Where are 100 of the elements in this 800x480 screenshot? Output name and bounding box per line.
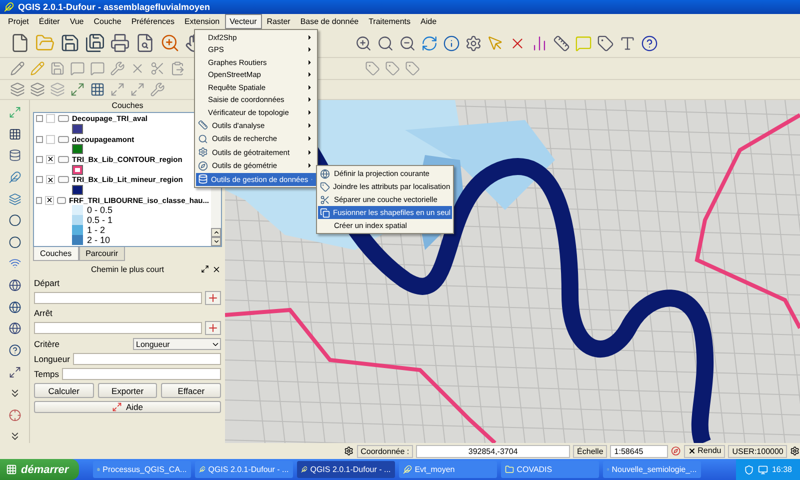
menu-item[interactable]: Couche (88, 14, 126, 29)
vector-layer-icon (56, 196, 66, 204)
network-icon[interactable] (758, 464, 768, 474)
vector-layer-icon (58, 115, 69, 122)
ruler-icon[interactable] (553, 34, 570, 52)
field-label: Temps (34, 369, 60, 379)
pencil-icon[interactable] (10, 61, 25, 76)
label-icon[interactable] (597, 34, 614, 52)
help-button[interactable]: Aide (34, 401, 221, 413)
taskbar-button[interactable]: QGIS 2.0.1-Dufour - ... (194, 461, 293, 478)
layer-checkbox[interactable] (46, 114, 55, 124)
layer-checkbox[interactable] (46, 175, 55, 184)
info-icon[interactable] (443, 34, 460, 52)
menu-item[interactable]: Raster (262, 14, 296, 29)
taskbar-button[interactable]: Processus_QGIS_CA... (92, 461, 191, 478)
layer-checkbox[interactable] (44, 196, 54, 205)
tool-icon (320, 168, 330, 178)
vector-layer-icon (58, 136, 69, 143)
taskbar-button[interactable]: Evt_moyen (398, 461, 497, 478)
taskbar-button[interactable]: Nouvelle_semiologie_... (602, 461, 701, 478)
time-field[interactable] (62, 368, 221, 380)
raster-icon[interactable] (90, 82, 105, 97)
scale-label: Échelle (573, 444, 608, 458)
statistics-icon[interactable] (531, 34, 548, 52)
tool-icon (320, 194, 330, 204)
menu-item[interactable]: Aide (416, 14, 442, 29)
print-icon[interactable] (110, 33, 130, 53)
menu-item[interactable]: Vecteur (224, 14, 262, 29)
layers-icon[interactable] (30, 82, 45, 97)
settings-icon[interactable] (790, 445, 800, 457)
zoom-icon[interactable] (160, 33, 180, 53)
criterion-dropdown[interactable]: Longueur (133, 338, 221, 350)
move-feature-icon[interactable] (90, 61, 105, 76)
menu-item[interactable]: Traitements (364, 14, 416, 29)
scale-dropdown[interactable]: 1:58645 (610, 444, 668, 458)
render-checkbox[interactable]: Rendu (684, 444, 726, 458)
settings-icon[interactable] (465, 34, 482, 52)
menu-item[interactable]: Projet (3, 14, 34, 29)
label-tool-icon[interactable] (365, 61, 380, 76)
tool-icon (198, 134, 208, 144)
tool-icon[interactable] (150, 82, 165, 97)
scroll-down-icon[interactable] (212, 238, 220, 245)
taskbar-button[interactable]: QGIS 2.0.1-Dufour - ... (296, 461, 395, 478)
crosshair-icon[interactable] (6, 408, 22, 422)
point-picker-button[interactable] (205, 321, 221, 335)
scissors-icon[interactable] (150, 61, 165, 76)
layer-checkbox[interactable] (46, 134, 55, 144)
help-icon[interactable] (641, 34, 658, 52)
panel-tab[interactable]: Couches (33, 247, 79, 261)
close-icon[interactable] (212, 264, 221, 274)
scroll-up-icon[interactable] (212, 229, 220, 236)
delete-icon[interactable] (130, 61, 145, 76)
text-icon[interactable] (619, 34, 636, 52)
plus-icon (207, 292, 219, 304)
add-feature-icon[interactable] (70, 61, 85, 76)
node-tool-icon[interactable] (110, 61, 125, 76)
refresh-icon[interactable] (421, 34, 438, 52)
length-field[interactable] (72, 353, 221, 365)
start-field[interactable] (34, 292, 202, 304)
action-button[interactable]: Calculer (34, 383, 94, 398)
crs-button[interactable]: USER:100000 (728, 444, 788, 458)
zoom-out-icon[interactable] (399, 34, 416, 52)
start-button[interactable]: démarrer (0, 459, 79, 480)
compass-icon[interactable] (671, 445, 681, 457)
menu-item[interactable]: Extension (179, 14, 225, 29)
tool-icon (198, 120, 208, 130)
menu-item[interactable]: Préférences (126, 14, 180, 29)
layer-checkbox[interactable] (46, 154, 55, 164)
taskbar-button[interactable]: COVADIS (500, 461, 599, 478)
action-button[interactable]: Effacer (161, 383, 222, 398)
layout-manager-icon[interactable] (135, 33, 155, 53)
gear-icon[interactable] (344, 445, 354, 457)
coordinate-field[interactable]: 392854,-3704 (416, 444, 570, 458)
globe-icon[interactable] (6, 300, 22, 314)
save-icon[interactable] (60, 33, 80, 53)
zoom-in-icon[interactable] (355, 34, 372, 52)
layers-icon[interactable] (10, 82, 25, 97)
tool-icon (198, 147, 208, 158)
new-file-icon[interactable] (10, 33, 30, 53)
field-label: Arrêt (34, 308, 54, 318)
panel-tab[interactable]: Parcourir (78, 247, 126, 261)
menu-item[interactable]: Base de donnée (295, 14, 364, 29)
save-as-icon[interactable] (85, 33, 105, 53)
menu-item[interactable]: Éditer (34, 14, 65, 29)
float-icon[interactable] (201, 265, 209, 273)
feather-icon[interactable] (6, 170, 22, 184)
label-tool-icon[interactable] (385, 61, 400, 76)
windows-logo-icon (6, 464, 17, 475)
point-picker-button[interactable] (205, 291, 221, 305)
search-icon[interactable] (377, 34, 394, 52)
paste-icon[interactable] (170, 61, 185, 76)
globe-icon[interactable] (6, 279, 22, 292)
stop-field[interactable] (34, 322, 202, 334)
globe-icon[interactable] (6, 322, 22, 335)
action-button[interactable]: Exporter (98, 383, 158, 398)
label-tool-icon[interactable] (405, 61, 420, 76)
class-label: 0 - 0.5 (87, 204, 113, 215)
menu-item[interactable]: Vue (64, 14, 89, 29)
shield-icon[interactable] (744, 464, 754, 474)
save-edits-icon[interactable] (50, 61, 65, 76)
